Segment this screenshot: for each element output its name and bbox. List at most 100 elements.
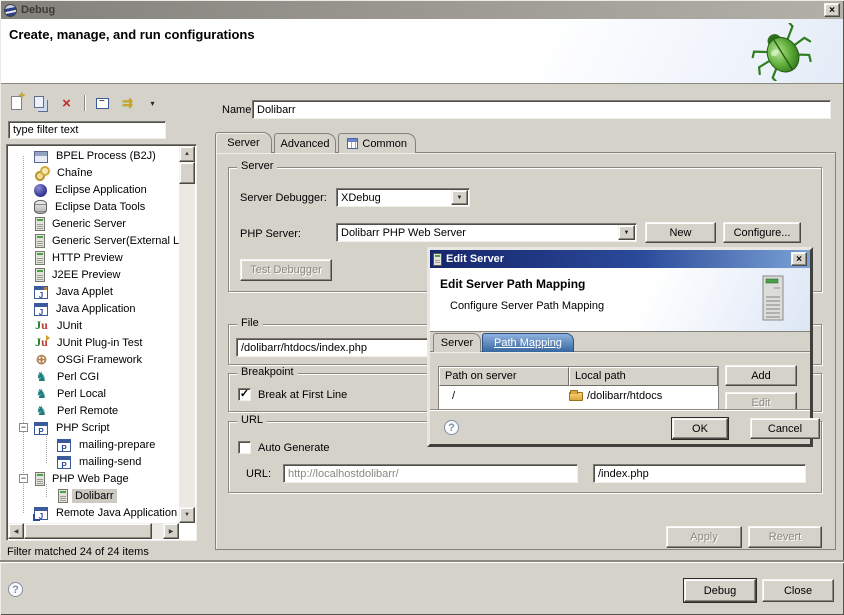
close-icon: × xyxy=(829,5,835,16)
tree-item-mailing-send[interactable]: Pmailing-send xyxy=(8,453,179,470)
phpweb-icon xyxy=(35,472,45,486)
tree-item-label: OSGi Framework xyxy=(54,353,145,367)
test-debugger-button: Test Debugger xyxy=(240,259,332,281)
tree-item-eclipse-application[interactable]: Eclipse Application xyxy=(8,181,179,198)
server-path-cell: / xyxy=(439,390,569,402)
scroll-up-button[interactable]: ▲ xyxy=(179,146,195,162)
edit-server-dialog: Edit Server × Edit Server Path Mapping C… xyxy=(427,247,813,447)
add-mapping-button[interactable]: Add xyxy=(725,365,797,386)
window-titlebar[interactable]: Debug × xyxy=(1,1,843,19)
scroll-down-button[interactable]: ▼ xyxy=(179,507,195,523)
scroll-right-button[interactable]: ▶ xyxy=(163,523,179,539)
tree-item-perl-remote[interactable]: ♞Perl Remote xyxy=(8,402,179,419)
dialog-help-button[interactable]: ? xyxy=(444,420,459,435)
edit-server-heading: Edit Server Path Mapping xyxy=(440,277,585,291)
tree-item-label: Eclipse Data Tools xyxy=(52,200,148,214)
tree-item-php-script[interactable]: −PPHP Script xyxy=(8,419,179,436)
tree-item-label: Generic Server(External La xyxy=(49,234,179,248)
dropdown-arrow-icon[interactable]: ▼ xyxy=(618,225,635,240)
tree-item-perl-cgi[interactable]: ♞Perl CGI xyxy=(8,368,179,385)
edit-server-titlebar[interactable]: Edit Server × xyxy=(430,250,810,268)
column-local-path[interactable]: Local path xyxy=(569,367,718,386)
banner-title: Create, manage, and run configurations xyxy=(9,27,255,42)
tree-item-java-applet[interactable]: JJava Applet xyxy=(8,283,179,300)
collapse-expander-icon[interactable]: − xyxy=(19,423,28,432)
tree-item-java-application[interactable]: JJava Application xyxy=(8,300,179,317)
tree-item-remote-java-application[interactable]: JRemote Java Application xyxy=(8,504,179,521)
new-configuration-button[interactable] xyxy=(8,95,25,112)
name-input[interactable]: Dolibarr xyxy=(252,100,831,119)
tab-advanced[interactable]: Advanced xyxy=(274,133,336,153)
junit-icon: Ju xyxy=(34,318,49,333)
close-icon: × xyxy=(796,254,802,265)
scroll-down-icon: ▼ xyxy=(184,512,190,518)
edit-server-title: Edit Server xyxy=(446,253,504,265)
tree-item-cha-ne[interactable]: Chaîne xyxy=(8,164,179,181)
scroll-up-icon: ▲ xyxy=(184,151,190,157)
tree-item-osgi-framework[interactable]: ⊕OSGi Framework xyxy=(8,351,179,368)
delete-configuration-button[interactable]: × xyxy=(58,95,75,112)
new-server-button[interactable]: New xyxy=(645,222,716,243)
phpweb-icon xyxy=(58,489,68,503)
tab-server[interactable]: Server xyxy=(215,132,272,153)
dialog-tab-path-mapping[interactable]: Path Mapping xyxy=(482,333,574,352)
window-close-button[interactable]: × xyxy=(824,3,840,17)
break-at-first-line-checkbox[interactable]: ✓ xyxy=(238,388,251,401)
server-debugger-select[interactable]: XDebug ▼ xyxy=(336,188,470,207)
tree-item-eclipse-data-tools[interactable]: Eclipse Data Tools xyxy=(8,198,179,215)
scroll-left-icon: ◀ xyxy=(14,528,19,535)
server-icon xyxy=(35,217,45,231)
help-button[interactable]: ? xyxy=(8,582,23,597)
tree-item-label: HTTP Preview xyxy=(49,251,126,265)
window-title: Debug xyxy=(21,4,55,16)
tree-item-perl-local[interactable]: ♞Perl Local xyxy=(8,385,179,402)
tree-item-generic-server[interactable]: Generic Server xyxy=(8,215,179,232)
configure-server-button[interactable]: Configure... xyxy=(723,222,801,243)
close-button[interactable]: Close xyxy=(762,579,834,602)
tree-item-junit[interactable]: Ju JUnit xyxy=(8,317,179,334)
dropdown-arrow-icon[interactable]: ▼ xyxy=(451,190,468,205)
tree-item-junit-plug-in-test[interactable]: JuJUnit Plug-in Test xyxy=(8,334,179,351)
ok-button[interactable]: OK xyxy=(672,418,728,439)
tree-vertical-scrollbar[interactable]: ▲ ▼ xyxy=(179,146,195,523)
tree-item-bpel-process-b2j[interactable]: BPEL Process (B2J) xyxy=(8,147,179,164)
tab-common[interactable]: Common xyxy=(338,133,416,153)
url-path-input[interactable]: /index.php xyxy=(593,464,806,483)
collapse-all-button[interactable] xyxy=(94,95,111,112)
tree-item-mailing-prepare[interactable]: Pmailing-prepare xyxy=(8,436,179,453)
filter-icon: ⇉ xyxy=(122,95,133,111)
cancel-button[interactable]: Cancel xyxy=(750,418,820,439)
database-icon xyxy=(34,200,47,214)
collapse-expander-icon[interactable]: − xyxy=(19,474,28,483)
duplicate-icon xyxy=(34,96,44,108)
tree-item-label: JUnit xyxy=(54,319,85,333)
dialog-tab-server[interactable]: Server xyxy=(433,333,481,352)
tree-item-generic-server-external-la[interactable]: Generic Server(External La xyxy=(8,232,179,249)
vertical-scroll-thumb[interactable] xyxy=(179,162,195,184)
tree-item-label: Perl Remote xyxy=(54,404,121,418)
edit-server-close-button[interactable]: × xyxy=(791,252,807,266)
tree-item-http-preview[interactable]: HTTP Preview xyxy=(8,249,179,266)
debug-button[interactable]: Debug xyxy=(684,579,756,602)
eclipse-logo-icon xyxy=(3,2,18,17)
scroll-right-icon: ▶ xyxy=(169,528,174,535)
tree-item-php-web-page[interactable]: −PHP Web Page xyxy=(8,470,179,487)
path-mapping-row[interactable]: //dolibarr/htdocs xyxy=(439,386,718,405)
java-icon: J xyxy=(34,303,48,316)
scroll-left-button[interactable]: ◀ xyxy=(8,523,24,539)
tree-item-dolibarr[interactable]: Dolibarr xyxy=(8,487,179,504)
toolbar-menu-button[interactable]: ▾ xyxy=(144,95,161,112)
horizontal-scroll-thumb[interactable] xyxy=(24,523,152,539)
tree-item-j2ee-preview[interactable]: J2EE Preview xyxy=(8,266,179,283)
tree-horizontal-scrollbar[interactable]: ◀ ▶ xyxy=(8,523,179,539)
collapse-all-icon xyxy=(96,98,109,109)
local-path-cell: /dolibarr/htdocs xyxy=(569,390,718,402)
filter-launch-configurations-button[interactable]: ⇉ xyxy=(119,95,136,112)
auto-generate-checkbox[interactable] xyxy=(238,441,251,454)
php-server-select[interactable]: Dolibarr PHP Web Server ▼ xyxy=(336,223,637,242)
duplicate-configuration-button[interactable] xyxy=(33,95,50,112)
tree-item-label: J2EE Preview xyxy=(49,268,123,282)
column-path-on-server[interactable]: Path on server xyxy=(439,367,569,386)
filter-input[interactable]: type filter text xyxy=(8,121,166,139)
tree-item-label: PHP Script xyxy=(53,421,113,435)
